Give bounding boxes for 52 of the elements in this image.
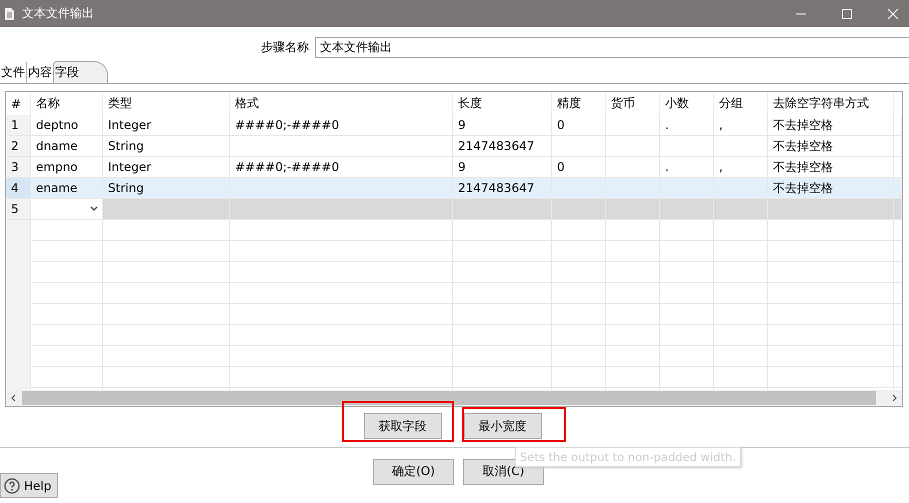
close-icon[interactable] — [887, 8, 899, 20]
table-cell: Integer — [108, 118, 152, 132]
row-number: 4 — [6, 178, 31, 199]
step-name-label: 步骤名称 — [261, 38, 309, 56]
step-name-field[interactable]: 文本文件输出 — [315, 36, 909, 58]
table-cell: ename — [36, 181, 78, 195]
table-cell: 0 — [557, 160, 565, 174]
table-row[interactable]: 5 — [6, 199, 902, 220]
maximize-icon[interactable] — [841, 8, 853, 20]
table-cell: String — [108, 139, 144, 153]
table-cell: 不去掉空格 — [773, 138, 833, 154]
row-number: 2 — [6, 136, 31, 157]
table-cell: 9 — [458, 118, 466, 132]
help-icon — [4, 478, 20, 494]
row-number: 5 — [6, 199, 31, 220]
dialog-button[interactable]: 确定(O) — [373, 458, 454, 484]
window-title: 文本文件输出 — [22, 5, 94, 22]
table-row[interactable]: 3 empno Integer ####0;-####0 9 0 . , 不去掉空格 — [6, 157, 902, 178]
scroll-right-icon[interactable] — [890, 394, 898, 402]
table-row[interactable]: 1 deptno Integer ####0;-####0 9 0 . , 不去掉空格 — [6, 115, 902, 136]
table-cell: 2147483647 — [458, 139, 534, 153]
table-cell: 0 — [557, 118, 565, 132]
table-row[interactable]: 2 dname String 2147483647 不去掉空格 — [6, 136, 902, 157]
document-icon — [4, 8, 14, 20]
table-cell: deptno — [36, 118, 78, 132]
scrollbar-thumb[interactable] — [22, 391, 876, 405]
table-cell: . — [665, 118, 669, 132]
scroll-left-icon[interactable] — [10, 394, 18, 402]
table-cell: 9 — [458, 160, 466, 174]
table-cell: ####0;-####0 — [235, 118, 340, 132]
table-row[interactable]: 4 ename String 2147483647 不去掉空格 — [6, 178, 902, 199]
row-number: 1 — [6, 115, 31, 136]
table-cell: . — [665, 160, 669, 174]
table-button[interactable]: 最小宽度 — [464, 413, 542, 439]
table-cell: 不去掉空格 — [773, 116, 833, 134]
table-cell: 2147483647 — [458, 181, 534, 195]
table-cell: 不去掉空格 — [773, 158, 833, 176]
table-cell: , — [719, 118, 723, 132]
horizontal-scrollbar[interactable] — [6, 390, 902, 406]
chevron-down-icon — [90, 206, 98, 212]
help-button[interactable]: Help — [0, 473, 58, 498]
table-cell: String — [108, 181, 144, 195]
table-cell: dname — [36, 139, 78, 153]
table-cell: Integer — [108, 160, 152, 174]
tab[interactable]: 文件 — [0, 62, 26, 83]
table-cell: empno — [36, 160, 78, 174]
table-cell: ####0;-####0 — [235, 160, 340, 174]
tab[interactable]: 字段 — [53, 61, 108, 83]
table-button[interactable]: 获取字段 — [364, 413, 442, 439]
row-number: 3 — [6, 157, 31, 178]
table-cell: 不去掉空格 — [773, 180, 833, 196]
table-cell: , — [719, 160, 723, 174]
